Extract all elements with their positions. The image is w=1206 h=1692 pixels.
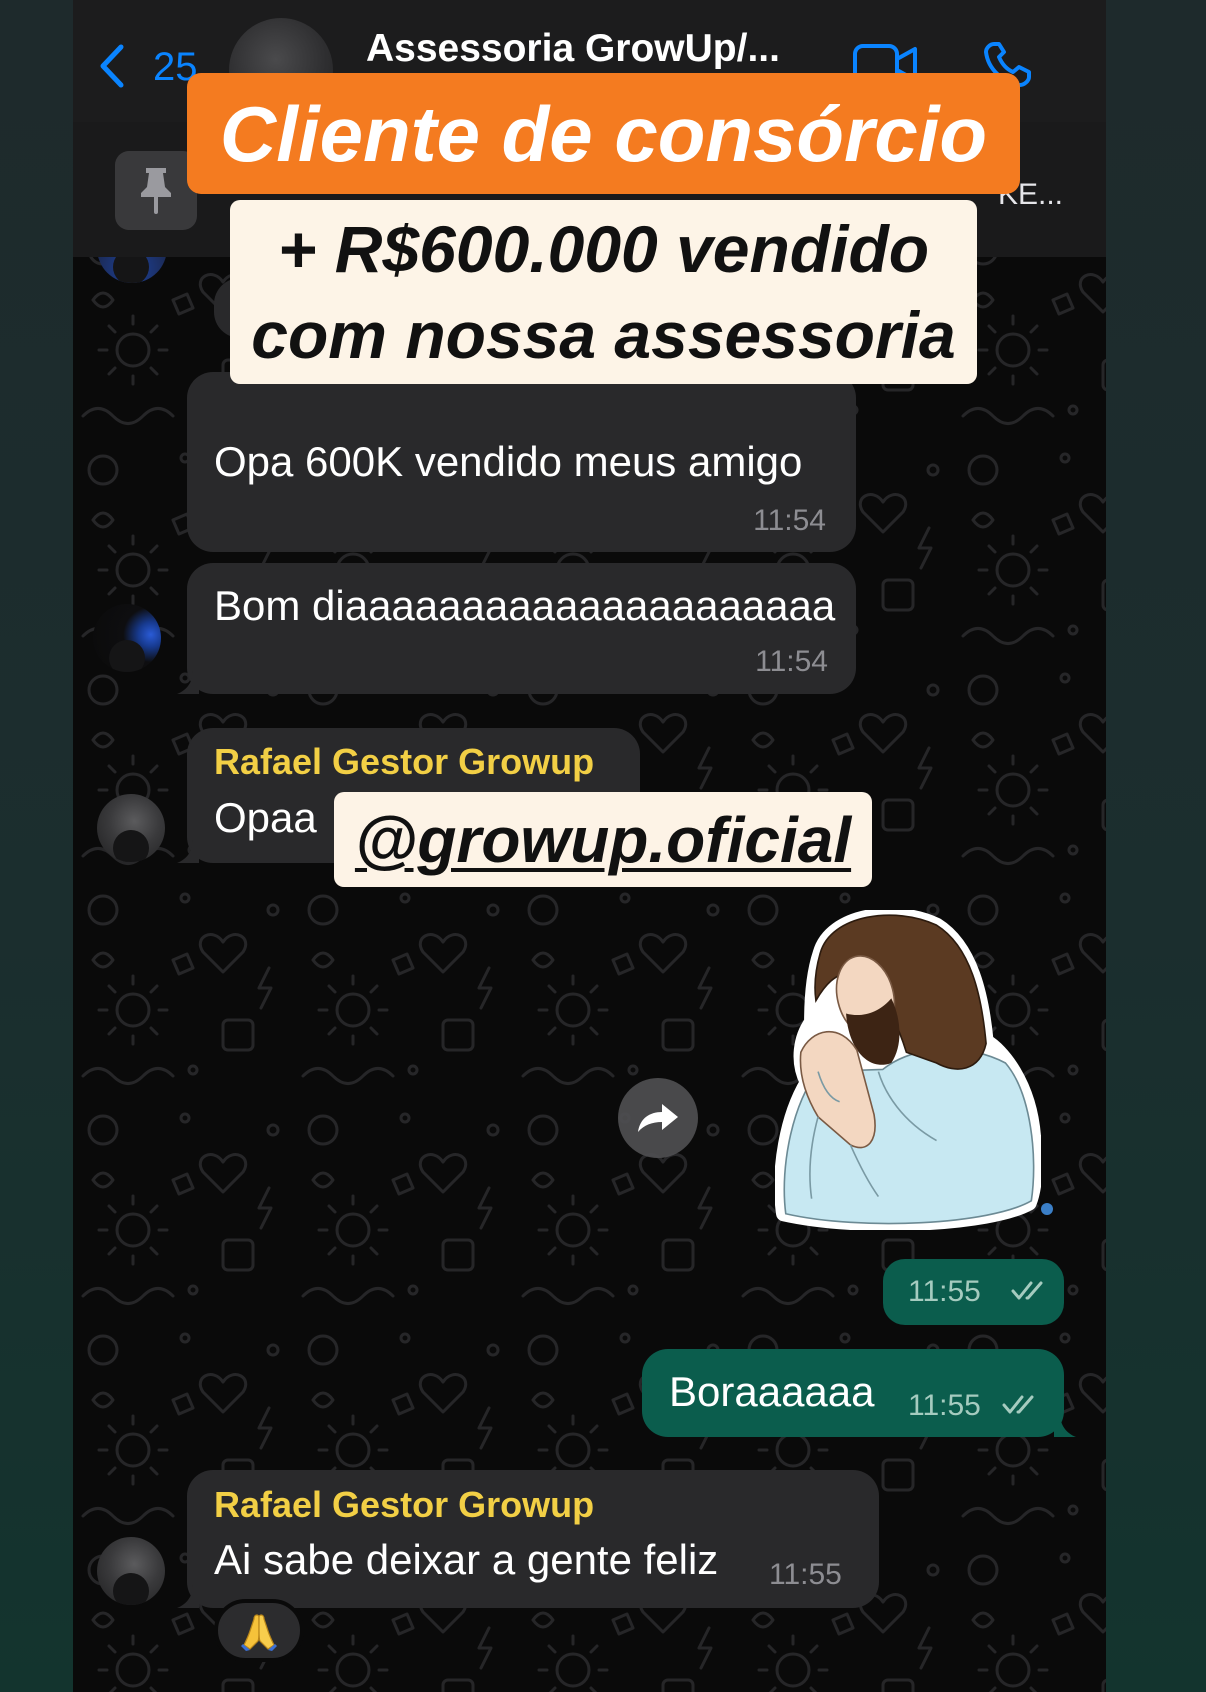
message-reaction[interactable] bbox=[214, 1599, 304, 1662]
read-checks-icon bbox=[1011, 1281, 1043, 1300]
bubble-tail bbox=[177, 839, 199, 863]
instagram-handle-caption: @growup.oficial bbox=[334, 792, 872, 887]
forward-arrow-icon bbox=[638, 1104, 678, 1132]
headline-banner: Cliente de consórcio bbox=[187, 73, 1020, 194]
message-text: Bom diaaaaaaaaaaaaaaaaaaaaa bbox=[214, 582, 836, 629]
sender-name[interactable]: Rafael Gestor Growup bbox=[214, 744, 594, 780]
avatar[interactable] bbox=[93, 604, 161, 672]
sticker-timestamp: 11:55 bbox=[819, 1259, 1064, 1325]
headline-text: Cliente de consórcio bbox=[219, 89, 988, 178]
pin-icon bbox=[141, 168, 171, 214]
message-bubble[interactable]: Bom diaaaaaaaaaaaaaaaaaaaaa 11:54 bbox=[177, 563, 856, 694]
message-bubble[interactable]: Rafael Gestor Growup Ai sabe deixar a ge… bbox=[177, 1470, 879, 1608]
message-text: Boraaaaaa bbox=[669, 1368, 875, 1415]
forward-button[interactable] bbox=[618, 1078, 698, 1158]
sender-name[interactable]: Rafael Gestor Growup bbox=[214, 1487, 594, 1523]
message-text: Opaa bbox=[214, 794, 317, 841]
bubble-tail bbox=[177, 670, 199, 694]
caption-line-2: com nossa assessoria bbox=[251, 298, 956, 372]
message-time: 11:55 bbox=[769, 1558, 842, 1591]
bubble-tail bbox=[177, 1584, 199, 1608]
pin-button[interactable] bbox=[115, 151, 197, 230]
message-time: 11:54 bbox=[753, 504, 826, 537]
message-text: Ai sabe deixar a gente feliz bbox=[214, 1536, 719, 1583]
caption-line-1: + R$600.000 vendido bbox=[277, 212, 930, 286]
sender-avatar[interactable] bbox=[97, 794, 165, 862]
handle-text: @growup.oficial bbox=[354, 803, 852, 876]
folded-hands-icon bbox=[241, 1614, 277, 1651]
result-caption: + R$600.000 vendido com nossa assessoria bbox=[230, 200, 977, 384]
chat-screen: 25 Assessoria GrowUp/... KE... Cliente d… bbox=[73, 0, 1106, 1692]
message-time: 11:55 bbox=[908, 1275, 981, 1308]
message-time: 11:54 bbox=[755, 645, 828, 678]
chat-title[interactable]: Assessoria GrowUp/... bbox=[366, 29, 780, 68]
message-time: 11:55 bbox=[908, 1389, 981, 1422]
praying-figure-sticker[interactable] bbox=[775, 910, 1041, 1230]
bubble-tail bbox=[1054, 1413, 1076, 1437]
message-bubble[interactable]: Boraaaaaa 11:55 bbox=[642, 1349, 1076, 1437]
sender-avatar[interactable] bbox=[97, 1537, 165, 1605]
message-bubble[interactable]: Opa 600K vendido meus amigo 11:54 bbox=[187, 372, 856, 552]
chevron-left-icon[interactable] bbox=[97, 43, 127, 89]
sticker-badge-icon bbox=[1041, 1203, 1053, 1215]
message-text: Opa 600K vendido meus amigo bbox=[214, 438, 803, 485]
read-checks-icon bbox=[1002, 1395, 1034, 1414]
